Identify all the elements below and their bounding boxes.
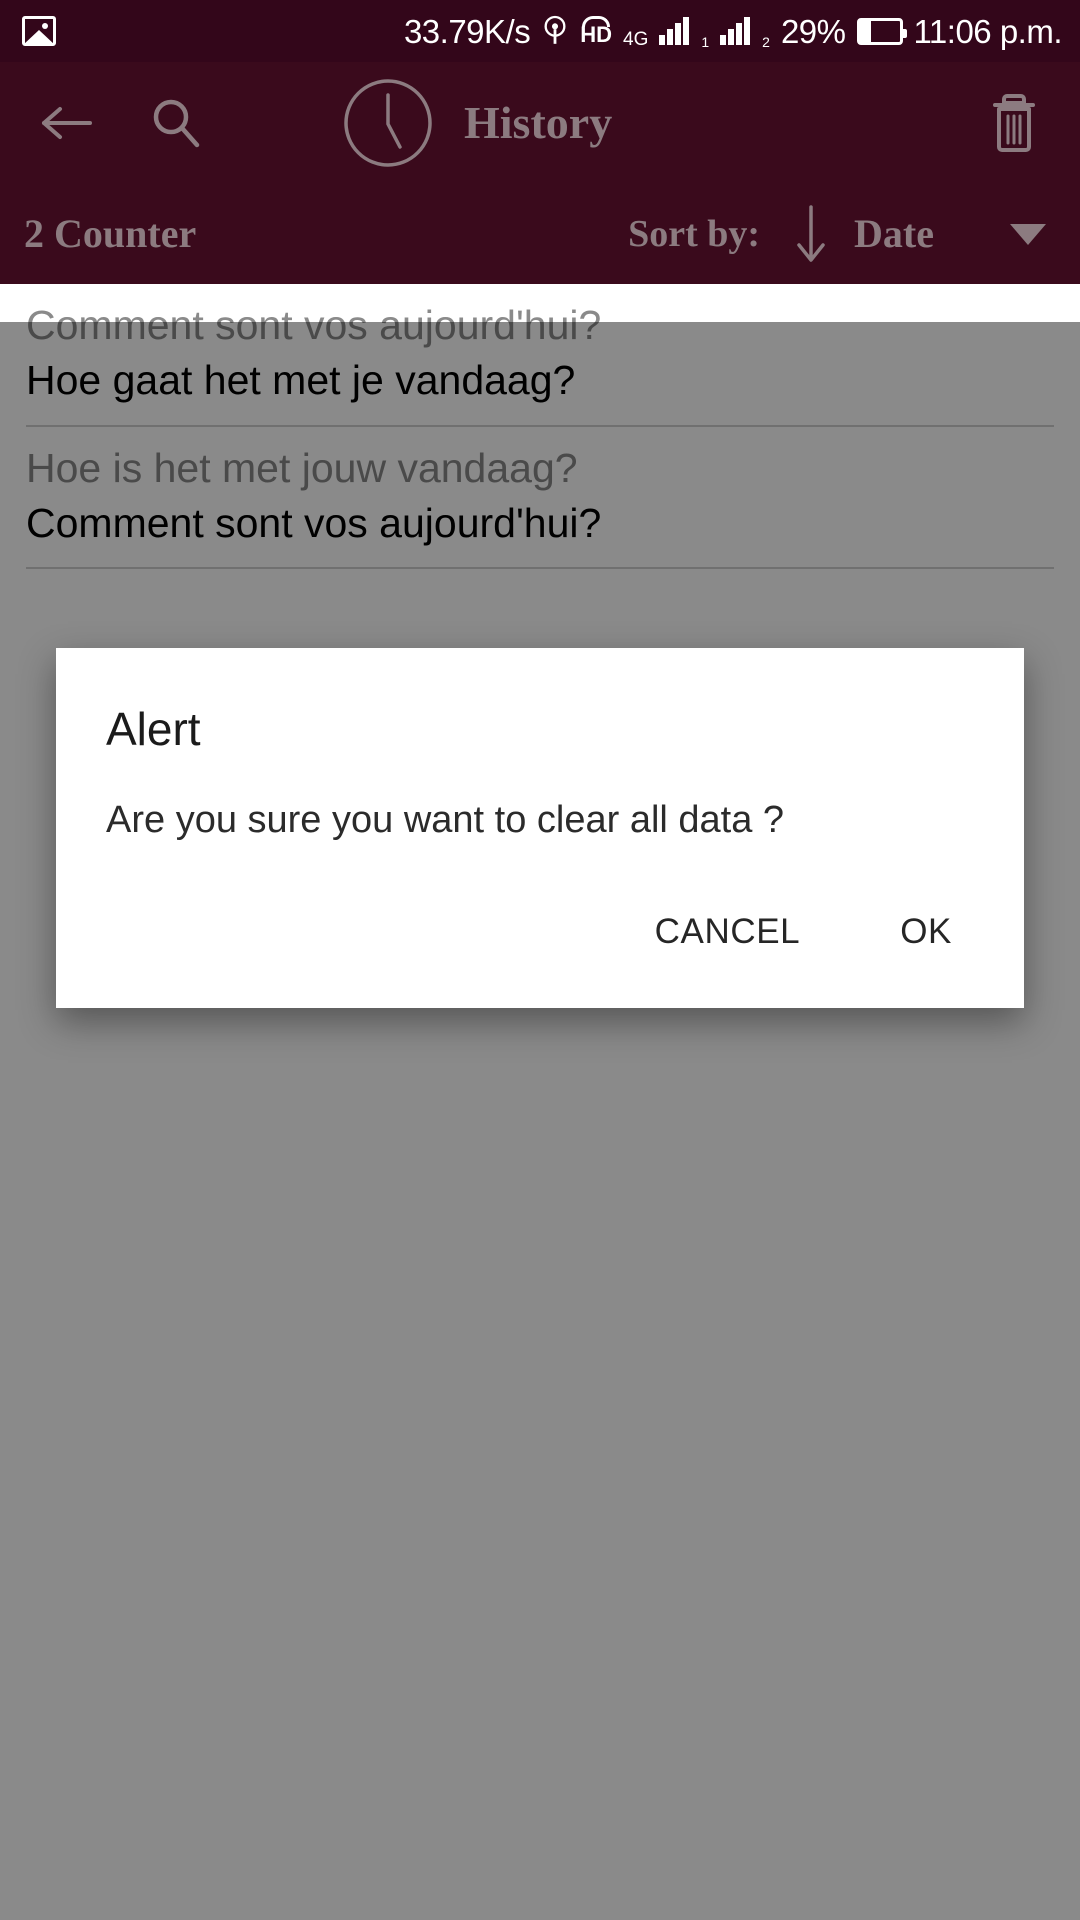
sort-by-label: Sort by: [628,213,761,255]
battery-icon [856,17,907,45]
cancel-button[interactable]: CANCEL [627,896,829,968]
gallery-icon [22,16,56,46]
network-speed-label: 33.79K/s [403,12,531,50]
ok-button[interactable]: OK [872,896,980,968]
status-bar-right: 33.79K/s HD 4G 1 2 29% 11:06 p.m. [403,12,1063,50]
clock-icon [344,79,432,167]
app-bar: History [0,62,1080,184]
counter-label: 2 Counter [24,211,197,256]
page-title: History [464,97,613,148]
sim2-marker: 2 [762,33,770,50]
status-bar-left [22,16,56,46]
sort-bar: 2 Counter Sort by: Date [0,184,1080,284]
back-button[interactable] [30,87,102,159]
signal-bars-sim2-icon [720,17,751,45]
trash-icon [993,94,1035,152]
dialog-actions: CANCEL OK [56,844,1024,1008]
chevron-down-icon[interactable] [1010,223,1046,245]
app-bar-title-group: History [342,77,612,169]
status-bar: 33.79K/s HD 4G 1 2 29% 11:06 p.m. [0,0,1080,62]
dialog-message: Are you sure you want to clear all data … [106,799,785,841]
alert-dialog: Alert Are you sure you want to clear all… [56,648,1024,1008]
signal-bars-sim1-icon [659,17,690,45]
search-icon [153,99,200,148]
modal-scrim[interactable] [0,322,1080,1920]
sort-direction-button[interactable] [794,203,828,265]
sort-field-value[interactable]: Date [854,214,934,254]
clock-label: 11:06 p.m. [913,12,1063,50]
search-button[interactable] [140,87,212,159]
arrow-down-icon [797,205,825,262]
dialog-title: Alert [106,703,201,755]
battery-percent-label: 29% [780,12,846,50]
hotspot-icon [541,15,569,47]
hd-call-icon: HD [580,16,612,46]
arrow-left-icon [42,107,92,139]
delete-all-button[interactable] [978,87,1050,159]
sim1-marker: 1 [701,33,710,50]
network-type-label: 4G [623,28,649,50]
